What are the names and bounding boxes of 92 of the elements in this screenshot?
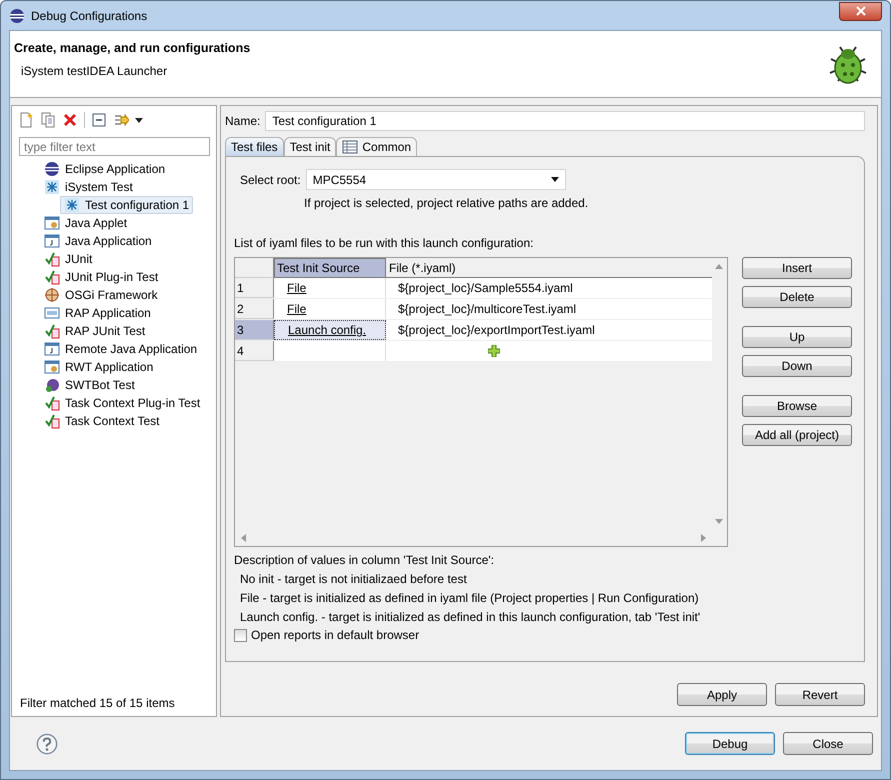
description-line: File - target is initialized as defined in iyaml file (Project properties | Run Configuration) [239, 591, 699, 605]
tree-item-label: Test configuration 1 [85, 198, 190, 212]
tree-item-label: Java Application [65, 234, 152, 248]
tree-item-label: Task Context Plug-in Test [65, 396, 200, 410]
close-icon [856, 6, 866, 16]
add-icon[interactable] [488, 345, 500, 357]
tree-item-label: RWT Application [65, 360, 154, 374]
table-icon [342, 140, 358, 154]
collapse-icon[interactable] [91, 112, 107, 128]
target-icon [44, 287, 60, 303]
tab[interactable]: Test init [284, 137, 336, 156]
window-title: Debug Configurations [31, 8, 148, 22]
filter-field[interactable]: type filter text [19, 137, 210, 156]
select-root-label: Select root: [240, 172, 301, 186]
copy-icon[interactable] [40, 112, 56, 128]
hint-text: If project is selected, project relative paths are added. [303, 196, 590, 210]
description-line: No init - target is not initializaed before test [239, 572, 467, 586]
scroll-down-icon[interactable] [715, 519, 723, 524]
tree-item-label: JUnit Plug-in Test [65, 270, 158, 284]
filter-icon[interactable] [113, 112, 129, 128]
spark-icon [64, 197, 80, 213]
dialog-button[interactable]: Debug [685, 732, 775, 755]
tree-item-label: RAP Application [65, 306, 151, 320]
tree-item-label: Eclipse Application [65, 162, 166, 176]
tab[interactable]: Common [336, 137, 418, 156]
tree-item[interactable]: RWT Application [41, 358, 156, 376]
tree-item[interactable]: Task Context Plug-in Test [41, 394, 204, 412]
panel-button[interactable]: Apply [677, 683, 767, 706]
tree-item[interactable]: OSGi Framework [41, 286, 161, 304]
source-link[interactable]: File [284, 281, 310, 295]
globe-icon [44, 161, 60, 177]
rap-icon [44, 305, 60, 321]
app-icon [9, 8, 25, 24]
tree-item-label: Java Applet [65, 216, 128, 230]
tree-item[interactable]: RAP JUnit Test [41, 322, 148, 340]
name-field[interactable]: Test configuration 1 [265, 111, 865, 131]
help-icon[interactable] [36, 732, 58, 754]
close-button[interactable] [839, 2, 882, 20]
tree-item-label: SWTBot Test [65, 378, 135, 392]
table-cell-text: ${project_loc}/Sample5554.iyaml [397, 280, 574, 297]
description-line: Launch config. - target is initialized as defined in this launch configuration, tab 'Test init' [239, 610, 700, 624]
side-button[interactable]: Delete [742, 286, 852, 308]
list-label: List of iyaml files to be run with this launch configuration: [234, 236, 534, 250]
tree-item-label: Remote Java Application [65, 342, 198, 356]
root-dropdown[interactable]: MPC5554 [306, 169, 566, 190]
caret-icon [550, 177, 559, 182]
scroll-right-icon[interactable] [701, 534, 706, 542]
row-number: 3 [235, 320, 274, 340]
checkbox[interactable] [234, 628, 247, 642]
source-link[interactable]: File [284, 302, 310, 316]
tree-item-label: Task Context Test [65, 414, 160, 428]
tree-item[interactable]: Eclipse Application [41, 160, 168, 178]
tab[interactable]: Test files [225, 137, 284, 156]
dialog-heading: Create, manage, and run configurations [14, 41, 250, 55]
side-button[interactable]: Down [742, 355, 852, 377]
spark-icon [44, 179, 60, 195]
column-header[interactable]: Test Init Source [274, 258, 386, 278]
side-button[interactable]: Insert [742, 257, 852, 279]
new-file-icon[interactable] [18, 112, 34, 128]
row-number: 4 [235, 341, 274, 361]
dropdown-caret-icon[interactable] [135, 118, 143, 122]
tree-item[interactable]: iSystem Test [41, 178, 136, 196]
row-number: 1 [235, 278, 274, 298]
tree-item[interactable]: JUnit [41, 250, 96, 268]
table-cell-text: ${project_loc}/multicoreTest.iyaml [397, 301, 578, 318]
tree-item[interactable]: Java Application [41, 232, 155, 250]
filter-status: Filter matched 15 of 15 items [19, 696, 176, 712]
tree-item[interactable]: SWTBot Test [41, 376, 138, 394]
scroll-up-icon[interactable] [715, 264, 723, 269]
tree-item-label: OSGi Framework [65, 288, 158, 302]
side-button[interactable]: Add all (project) [742, 424, 852, 446]
tree-item[interactable]: JUnit Plug-in Test [41, 268, 162, 286]
dialog-button[interactable]: Close [783, 732, 873, 755]
row-number: 2 [235, 299, 274, 319]
delete-icon[interactable] [62, 112, 78, 128]
dialog-subtitle: iSystem testIDEA Launcher [20, 64, 168, 78]
tree-item-label: iSystem Test [65, 180, 133, 194]
side-button[interactable]: Up [742, 326, 852, 348]
panel-button[interactable]: Revert [775, 683, 865, 706]
side-button[interactable]: Browse [742, 395, 852, 417]
name-label: Name: [225, 114, 260, 128]
tree-item[interactable]: Task Context Test [41, 412, 162, 430]
tree-item[interactable]: RAP Application [41, 304, 154, 322]
checkbox-label: Open reports in default browser [251, 628, 420, 642]
description-title: Description of values in column 'Test Init Source': [234, 553, 496, 567]
tree-item[interactable]: Java Applet [41, 214, 130, 232]
scroll-left-icon[interactable] [241, 534, 246, 542]
table-cell-text: ${project_loc}/exportImportTest.iyaml [397, 322, 596, 339]
tree-item[interactable]: Remote Java Application [41, 340, 200, 358]
tree-item-label: RAP JUnit Test [65, 324, 146, 338]
tree-item[interactable]: Test configuration 1 [60, 196, 194, 214]
tree-item-label: JUnit [65, 252, 92, 266]
